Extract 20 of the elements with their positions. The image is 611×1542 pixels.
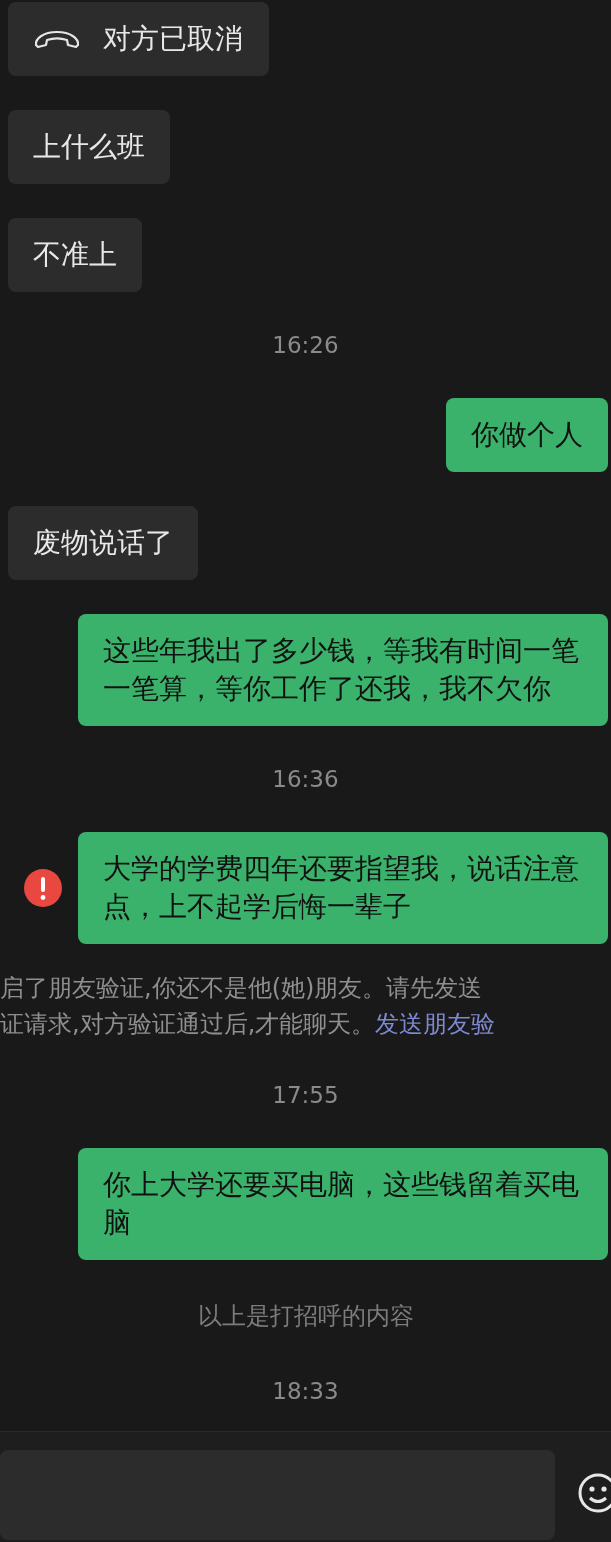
greeting-notice: 以上是打招呼的内容: [197, 1301, 414, 1332]
call-bubble[interactable]: 对方已取消: [8, 2, 269, 76]
error-icon[interactable]: [24, 869, 62, 907]
message-bubble[interactable]: 你做个人: [446, 398, 608, 472]
timestamp: 18:33: [272, 1378, 339, 1404]
message-bubble[interactable]: 你上大学还要买电脑，这些钱留着买电脑: [78, 1148, 608, 1260]
message-bubble[interactable]: 上什么班: [8, 110, 170, 184]
system-notice: 证请求,对方验证通过后,才能聊天。: [0, 1010, 376, 1038]
message-bubble[interactable]: 大学的学费四年还要指望我，说话注意点，上不起学后悔一辈子: [78, 832, 608, 944]
friend-request-link[interactable]: 发送朋友验: [375, 1010, 496, 1038]
system-notice: 启了朋友验证,你还不是他(她)朋友。请先发送: [0, 974, 483, 1002]
timestamp: 17:55: [272, 1082, 339, 1108]
call-status: 对方已取消: [103, 21, 243, 57]
phone-icon: [33, 29, 81, 49]
timestamp: 16:26: [272, 332, 339, 358]
message-bubble[interactable]: 不准上: [8, 218, 142, 292]
emoji-icon[interactable]: [577, 1472, 611, 1514]
message-bubble[interactable]: 废物说话了: [8, 506, 198, 580]
timestamp: 16:36: [272, 766, 339, 792]
message-bubble[interactable]: 这些年我出了多少钱，等我有时间一笔一笔算，等你工作了还我，我不欠你: [78, 614, 608, 726]
